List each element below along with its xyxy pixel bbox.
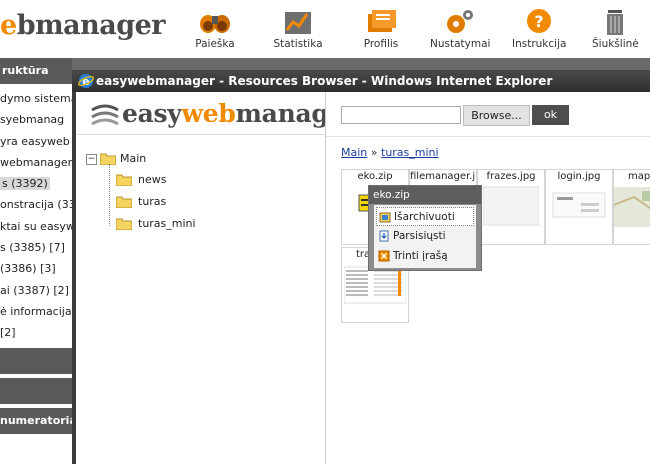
- nav-search-label: Paieška: [195, 38, 235, 50]
- nav-help-label: Instrukcija: [512, 38, 567, 50]
- collapse-toggle[interactable]: −: [86, 154, 97, 165]
- image-thumbnail: [552, 192, 606, 218]
- download-menu-item[interactable]: Parsisiųsti: [376, 227, 474, 246]
- profile-icon: [368, 10, 396, 32]
- nav-help[interactable]: ? Instrukcija: [512, 0, 566, 58]
- help-icon: ?: [527, 9, 551, 33]
- tree-node-turas[interactable]: turas: [116, 193, 216, 213]
- structure-item[interactable]: s (3385) [7]: [0, 237, 72, 258]
- structure-item[interactable]: dymo sistema: [0, 88, 72, 109]
- nav-settings-label: Nustatymai: [430, 38, 491, 50]
- svg-text:?: ?: [534, 12, 543, 31]
- nav-trash[interactable]: Šiukšlinė: [592, 0, 639, 58]
- breadcrumb-main-link[interactable]: Main: [341, 146, 367, 159]
- menu-item-label: Išarchivuoti: [394, 211, 455, 223]
- extract-menu-item[interactable]: Išarchivuoti: [376, 207, 474, 226]
- structure-item[interactable]: onstracija (33: [0, 194, 72, 215]
- structure-header: ruktūra: [0, 58, 72, 84]
- upload-file-field[interactable]: [341, 106, 461, 124]
- file-tile-frazes[interactable]: frazes.jpg: [477, 169, 545, 245]
- file-name: frazes.jpg: [486, 171, 536, 182]
- section-bar-numerators[interactable]: numeratoria: [0, 407, 72, 434]
- image-thumbnail: [614, 187, 650, 227]
- nav-statistics-label: Statistika: [273, 38, 323, 50]
- file-name: filemanager.jpg: [410, 171, 476, 182]
- context-menu-body: Išarchivuoti Parsisiųsti Trinti įrašą: [374, 205, 476, 268]
- tree-label: turas_mini: [138, 217, 196, 230]
- binoculars-icon: [200, 15, 230, 33]
- structure-item[interactable]: yra easyweb: [0, 131, 72, 152]
- tree-label: news: [138, 173, 167, 186]
- trash-icon: [607, 10, 623, 35]
- folder-icon: [116, 196, 132, 208]
- breadcrumb-separator: »: [370, 146, 378, 159]
- file-name: eko.zip: [357, 171, 393, 182]
- divider: [76, 134, 325, 135]
- browse-button[interactable]: Browse...: [463, 105, 530, 126]
- nav-trash-label: Šiukšlinė: [592, 38, 639, 50]
- tree-node-news[interactable]: news: [116, 171, 216, 191]
- gears-icon: [447, 10, 473, 33]
- delete-menu-item[interactable]: Trinti įrašą: [376, 247, 474, 266]
- structure-item[interactable]: (3386) [3]: [0, 258, 72, 279]
- nav-search[interactable]: Paieška: [193, 0, 237, 58]
- context-menu: eko.zip Išarchivuoti Parsisiųsti Trinti …: [368, 185, 482, 271]
- structure-item[interactable]: ė informacija: [0, 301, 72, 322]
- folder-icon: [116, 218, 132, 230]
- file-name: map.jpg: [628, 171, 650, 182]
- tree-label: Main: [120, 152, 147, 165]
- nav-statistics[interactable]: Statistika: [272, 0, 324, 58]
- chart-icon: [285, 12, 311, 34]
- window-titlebar[interactable]: e easywebmanager - Resources Browser - W…: [72, 70, 650, 92]
- top-bar: eebbmanager Paieška Statistika Profilis …: [0, 0, 650, 59]
- ok-button[interactable]: ok: [532, 105, 569, 125]
- window-title: easywebmanager - Resources Browser - Win…: [96, 74, 553, 88]
- background-strip: [72, 58, 650, 70]
- context-menu-title: eko.zip: [369, 186, 481, 204]
- structure-item[interactable]: [2]: [0, 322, 72, 343]
- menu-item-label: Parsisiųsti: [393, 230, 446, 242]
- app-logo[interactable]: eebbmanager: [0, 10, 166, 41]
- extract-icon: [379, 212, 391, 223]
- tree-connector: [109, 164, 110, 226]
- divider: [326, 136, 650, 137]
- file-pane: Browse... ok Main » turas_mini eko.zip f…: [326, 92, 650, 464]
- tree-node-turas-mini[interactable]: turas_mini: [116, 215, 226, 235]
- folder-icon: [100, 153, 116, 165]
- download-icon: [379, 230, 389, 242]
- breadcrumb-current-link[interactable]: turas_mini: [381, 146, 439, 159]
- structure-item[interactable]: ai (3387) [2]: [0, 280, 72, 301]
- file-tile-map[interactable]: map.jpg: [613, 169, 650, 245]
- menu-item-label: Trinti įrašą: [393, 250, 448, 262]
- section-bar[interactable]: [0, 377, 72, 404]
- structure-item[interactable]: syebmanag: [0, 109, 72, 130]
- tree-node-main[interactable]: − Main: [86, 150, 206, 170]
- ie-logo-icon: e: [78, 74, 94, 88]
- structure-item[interactable]: webmanager: [0, 152, 72, 173]
- structure-item-selected[interactable]: s (3392): [0, 173, 72, 194]
- file-tile-login[interactable]: login.jpg: [545, 169, 613, 245]
- left-panel: ruktūra dymo sistema syebmanag yra easyw…: [0, 58, 72, 464]
- delete-icon: [378, 250, 390, 262]
- nav-settings[interactable]: Nustatymai: [430, 0, 491, 58]
- file-name: login.jpg: [557, 171, 601, 182]
- tree-label: turas: [138, 195, 167, 208]
- nav-profile[interactable]: Profilis: [362, 0, 400, 58]
- resources-browser-window: e easywebmanager - Resources Browser - W…: [72, 70, 650, 464]
- folder-icon: [116, 174, 132, 186]
- folder-pane: easywebmanager − Main news turas turas_m…: [76, 92, 326, 464]
- nav-profile-label: Profilis: [363, 38, 399, 50]
- structure-item[interactable]: ktai su easyw: [0, 216, 72, 237]
- logo-swoosh-icon: [91, 104, 119, 126]
- breadcrumb: Main » turas_mini: [341, 146, 439, 159]
- section-bar[interactable]: [0, 347, 72, 374]
- image-thumbnail: [483, 186, 539, 226]
